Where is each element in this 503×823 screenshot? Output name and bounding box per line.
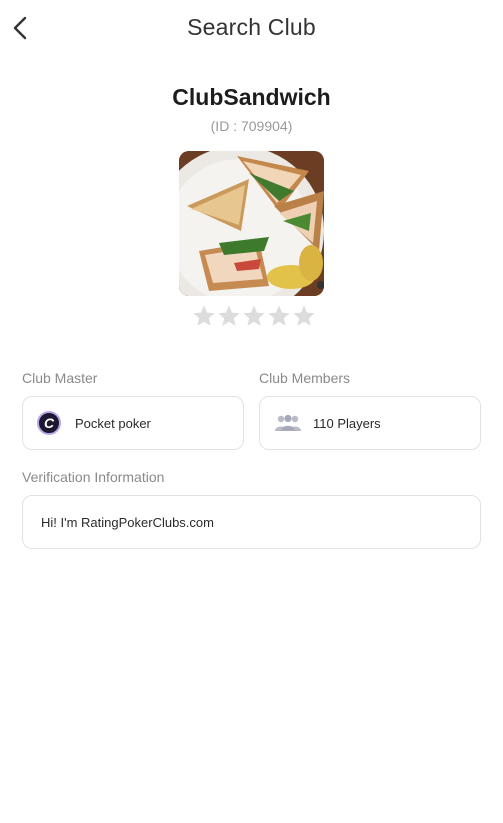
- club-members-count: 110 Players: [313, 415, 381, 431]
- club-members-label: Club Members: [259, 370, 351, 386]
- club-rating: [192, 304, 316, 328]
- club-id: (ID : 709904): [210, 118, 293, 134]
- club-name: ClubSandwich: [172, 84, 331, 110]
- club-master-name: Pocket poker: [75, 415, 151, 431]
- star-icon: [218, 305, 240, 326]
- page-title: Search Club: [187, 14, 316, 40]
- verification-card: Hi! I'm RatingPokerClubs.com: [22, 495, 481, 549]
- search-club-screen: Search Club ClubSandwich (ID : 709904) C…: [0, 0, 503, 823]
- club-master-logo: C: [37, 411, 61, 435]
- club-avatar-image: [179, 151, 324, 296]
- club-master-card[interactable]: C Pocket poker: [22, 396, 244, 450]
- club-members-card[interactable]: 110 Players: [259, 396, 481, 450]
- star-icon: [193, 305, 215, 326]
- verification-text: Hi! I'm RatingPokerClubs.com: [41, 514, 214, 530]
- people-icon: [275, 414, 301, 431]
- star-icon: [268, 305, 290, 326]
- club-master-label: Club Master: [22, 370, 98, 386]
- verification-label: Verification Information: [22, 469, 165, 485]
- star-icon: [243, 305, 265, 326]
- star-icon: [293, 305, 315, 326]
